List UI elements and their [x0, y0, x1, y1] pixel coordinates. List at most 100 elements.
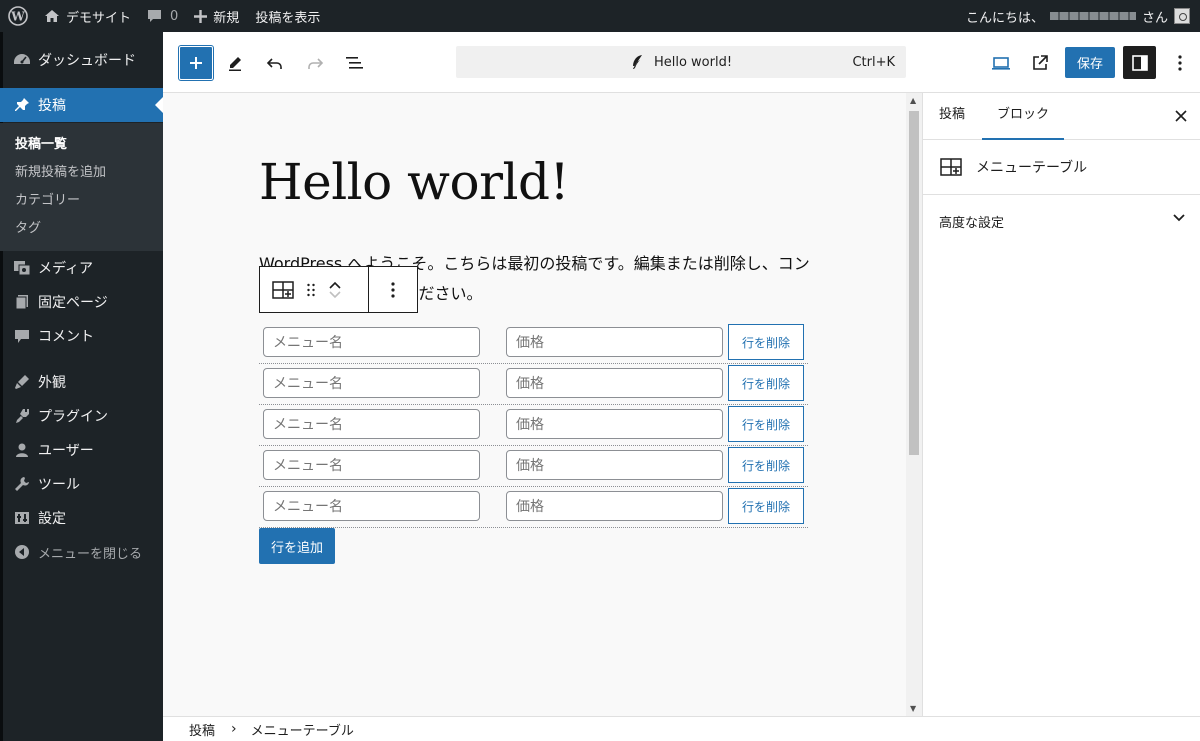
menu-label: 外観 — [38, 375, 66, 391]
tab-post[interactable]: 投稿 — [939, 93, 965, 140]
home-icon — [44, 9, 60, 23]
undo-icon — [266, 54, 284, 72]
redo-icon — [306, 54, 324, 72]
menu-name-input[interactable]: メニュー名 — [263, 450, 480, 480]
menu-item-posts[interactable]: 投稿 — [0, 88, 163, 122]
plus-icon — [194, 9, 208, 23]
greeting-prefix: こんにちは、 — [965, 10, 1044, 26]
media-icon — [12, 258, 32, 278]
my-account-link[interactable]: こんにちは、 さん — [958, 0, 1200, 32]
table-block-icon — [940, 158, 962, 176]
menu-table-block: メニュー名 価格 行を削除 メニュー名 価格 行を削除 メニュー名 価格 行を削… — [259, 323, 808, 528]
menu-name-input[interactable]: メニュー名 — [263, 409, 480, 439]
redo-button[interactable] — [298, 46, 332, 80]
plus-icon — [188, 55, 204, 71]
submenu-add-new-post[interactable]: 新規投稿を追加 — [0, 159, 163, 187]
breadcrumb-item-post[interactable]: 投稿 — [189, 720, 215, 739]
collapse-icon — [12, 542, 32, 562]
price-input[interactable]: 価格 — [506, 327, 723, 357]
settings-toggle-button[interactable] — [1123, 46, 1156, 79]
block-toolbar — [259, 266, 418, 313]
admin-bar: W デモサイト 0 新規 投稿を表示 こんにちは、 さん — [0, 0, 1200, 32]
menu-item-media[interactable]: メディア — [0, 251, 163, 285]
menu-label: 投稿 — [38, 98, 66, 114]
submenu-tags[interactable]: タグ — [0, 215, 163, 243]
pushpin-icon — [12, 95, 32, 115]
block-toolbar-main-group — [260, 267, 369, 312]
menu-item-dashboard[interactable]: ダッシュボード — [0, 43, 163, 77]
delete-row-button[interactable]: 行を削除 — [728, 365, 804, 401]
dashboard-icon — [12, 50, 32, 70]
sidebar-icon — [1131, 54, 1149, 72]
new-content-link[interactable]: 新規 — [186, 0, 247, 32]
canvas-scrollbar[interactable]: ▲ ▼ — [906, 93, 922, 716]
table-row: メニュー名 価格 行を削除 — [259, 364, 808, 405]
submenu-categories[interactable]: カテゴリー — [0, 187, 163, 215]
menu-item-tools[interactable]: ツール — [0, 467, 163, 501]
new-label: 新規 — [213, 10, 240, 26]
table-block-icon[interactable] — [272, 280, 294, 299]
options-button[interactable] — [1163, 46, 1197, 80]
price-input[interactable]: 価格 — [506, 450, 723, 480]
block-card: メニューテーブル — [923, 140, 1200, 195]
document-bar[interactable]: Hello world! Ctrl+K — [456, 46, 906, 78]
price-input[interactable]: 価格 — [506, 491, 723, 521]
menu-name-input[interactable]: メニュー名 — [263, 368, 480, 398]
delete-row-button[interactable]: 行を削除 — [728, 447, 804, 483]
chevron-right-icon: › — [231, 721, 237, 737]
comments-link[interactable]: 0 — [139, 0, 186, 32]
admin-menu: ダッシュボード 投稿 投稿一覧 新規投稿を追加 カテゴリー タグ メディア 固定… — [0, 32, 163, 741]
scroll-down-arrow-icon[interactable]: ▼ — [910, 704, 916, 713]
block-inserter-button[interactable] — [179, 46, 213, 80]
svg-text:W: W — [10, 10, 25, 24]
comment-bubble-icon — [147, 9, 162, 23]
scroll-up-arrow-icon[interactable]: ▲ — [910, 96, 916, 105]
table-row: メニュー名 価格 行を削除 — [259, 487, 808, 528]
menu-name-input[interactable]: メニュー名 — [263, 327, 480, 357]
more-vertical-icon[interactable] — [391, 281, 395, 298]
menu-item-appearance[interactable]: 外観 — [0, 365, 163, 399]
save-button[interactable]: 保存 — [1065, 47, 1115, 78]
price-input[interactable]: 価格 — [506, 409, 723, 439]
tools-button[interactable] — [218, 46, 252, 80]
delete-row-button[interactable]: 行を削除 — [728, 488, 804, 524]
table-row: メニュー名 価格 行を削除 — [259, 446, 808, 487]
delete-row-button[interactable]: 行を削除 — [728, 324, 804, 360]
view-post-button[interactable] — [1023, 46, 1057, 80]
advanced-settings-panel[interactable]: 高度な設定 — [923, 195, 1200, 247]
scroll-thumb[interactable] — [909, 111, 919, 455]
menu-item-comments[interactable]: コメント — [0, 319, 163, 353]
desktop-icon — [991, 56, 1011, 70]
document-overview-button[interactable] — [338, 46, 372, 80]
wordpress-logo-icon[interactable]: W — [0, 0, 36, 32]
breadcrumb-item-block[interactable]: メニューテーブル — [251, 720, 354, 739]
drag-handle-icon[interactable] — [306, 282, 316, 298]
appearance-icon — [12, 372, 32, 392]
post-title[interactable]: Hello world! — [259, 153, 570, 211]
menu-item-settings[interactable]: 設定 — [0, 501, 163, 535]
chevron-down-icon[interactable] — [328, 290, 342, 300]
menu-label: メニューを閉じる — [38, 546, 143, 562]
menu-item-users[interactable]: ユーザー — [0, 433, 163, 467]
greeting-suffix: さん — [1141, 10, 1168, 26]
add-row-button[interactable]: 行を追加 — [259, 528, 335, 564]
submenu-all-posts[interactable]: 投稿一覧 — [0, 131, 163, 159]
menu-item-plugins[interactable]: プラグイン — [0, 399, 163, 433]
settings-icon — [12, 508, 32, 528]
preview-device-button[interactable] — [984, 46, 1018, 80]
feather-icon — [630, 54, 644, 70]
menu-item-collapse[interactable]: メニューを閉じる — [0, 535, 163, 569]
view-post-link[interactable]: 投稿を表示 — [247, 0, 328, 32]
menu-item-pages[interactable]: 固定ページ — [0, 285, 163, 319]
table-row: メニュー名 価格 行を削除 — [259, 323, 808, 364]
close-icon[interactable] — [1173, 108, 1189, 124]
menu-name-input[interactable]: メニュー名 — [263, 491, 480, 521]
tab-block[interactable]: ブロック — [982, 93, 1064, 140]
delete-row-button[interactable]: 行を削除 — [728, 406, 804, 442]
site-name-link[interactable]: デモサイト — [36, 0, 139, 32]
price-input[interactable]: 価格 — [506, 368, 723, 398]
menu-label: 固定ページ — [38, 295, 108, 311]
chevron-up-icon[interactable] — [328, 280, 342, 290]
blurred-username — [1049, 12, 1136, 20]
undo-button[interactable] — [258, 46, 292, 80]
